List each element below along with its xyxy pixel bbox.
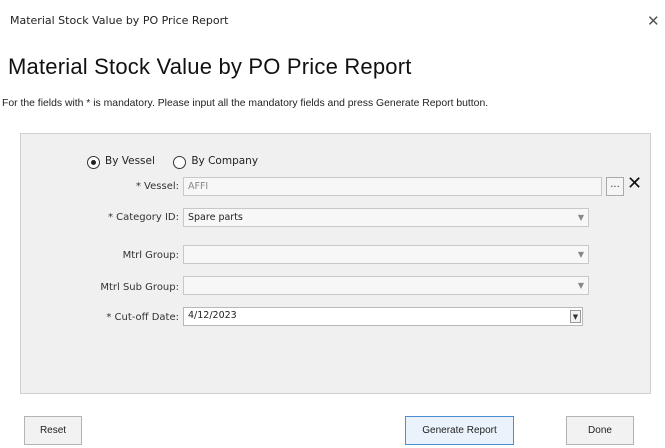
chevron-down-icon: ▼ xyxy=(577,281,584,290)
mtrl-group-select[interactable]: ▼ xyxy=(183,245,589,264)
cutoff-date-label: * Cut-off Date: xyxy=(106,312,179,323)
cutoff-date-value: 4/12/2023 xyxy=(188,310,237,321)
category-select[interactable]: Spare parts ▼ xyxy=(183,208,589,227)
instructions-text: For the fields with * is mandatory. Plea… xyxy=(2,98,489,109)
vessel-browse-button[interactable]: ... xyxy=(606,177,624,196)
radio-by-vessel-label: By Vessel xyxy=(105,155,155,167)
page-title: Material Stock Value by PO Price Report xyxy=(8,54,412,79)
clear-icon[interactable]: ✕ xyxy=(627,174,642,194)
mtrl-sub-group-select[interactable]: ▼ xyxy=(183,276,589,295)
title-bar: Material Stock Value by PO Price Report … xyxy=(0,0,665,44)
cutoff-date-field[interactable]: 4/12/2023 ▼ xyxy=(183,307,583,326)
vessel-field[interactable]: AFFI xyxy=(183,177,602,196)
category-value: Spare parts xyxy=(188,212,243,223)
radio-circle xyxy=(87,156,100,169)
window-title: Material Stock Value by PO Price Report xyxy=(10,14,229,27)
reset-button[interactable]: Reset xyxy=(24,416,82,445)
radio-selected-dot xyxy=(91,160,96,165)
close-icon[interactable]: ✕ xyxy=(647,13,660,29)
generate-report-button[interactable]: Generate Report xyxy=(405,416,514,445)
report-mode-radio-group: By Vessel By Company xyxy=(87,149,258,169)
mtrl-group-label: Mtrl Group: xyxy=(122,250,179,261)
done-button[interactable]: Done xyxy=(566,416,634,445)
chevron-down-icon: ▼ xyxy=(577,213,584,222)
mtrl-sub-group-label: Mtrl Sub Group: xyxy=(100,282,179,293)
vessel-value: AFFI xyxy=(188,181,209,192)
vessel-label: * Vessel: xyxy=(135,181,179,192)
category-label: * Category ID: xyxy=(107,212,179,223)
calendar-dropdown-icon[interactable]: ▼ xyxy=(570,310,581,323)
radio-by-company-label: By Company xyxy=(191,155,259,167)
chevron-down-icon: ▼ xyxy=(577,250,584,259)
